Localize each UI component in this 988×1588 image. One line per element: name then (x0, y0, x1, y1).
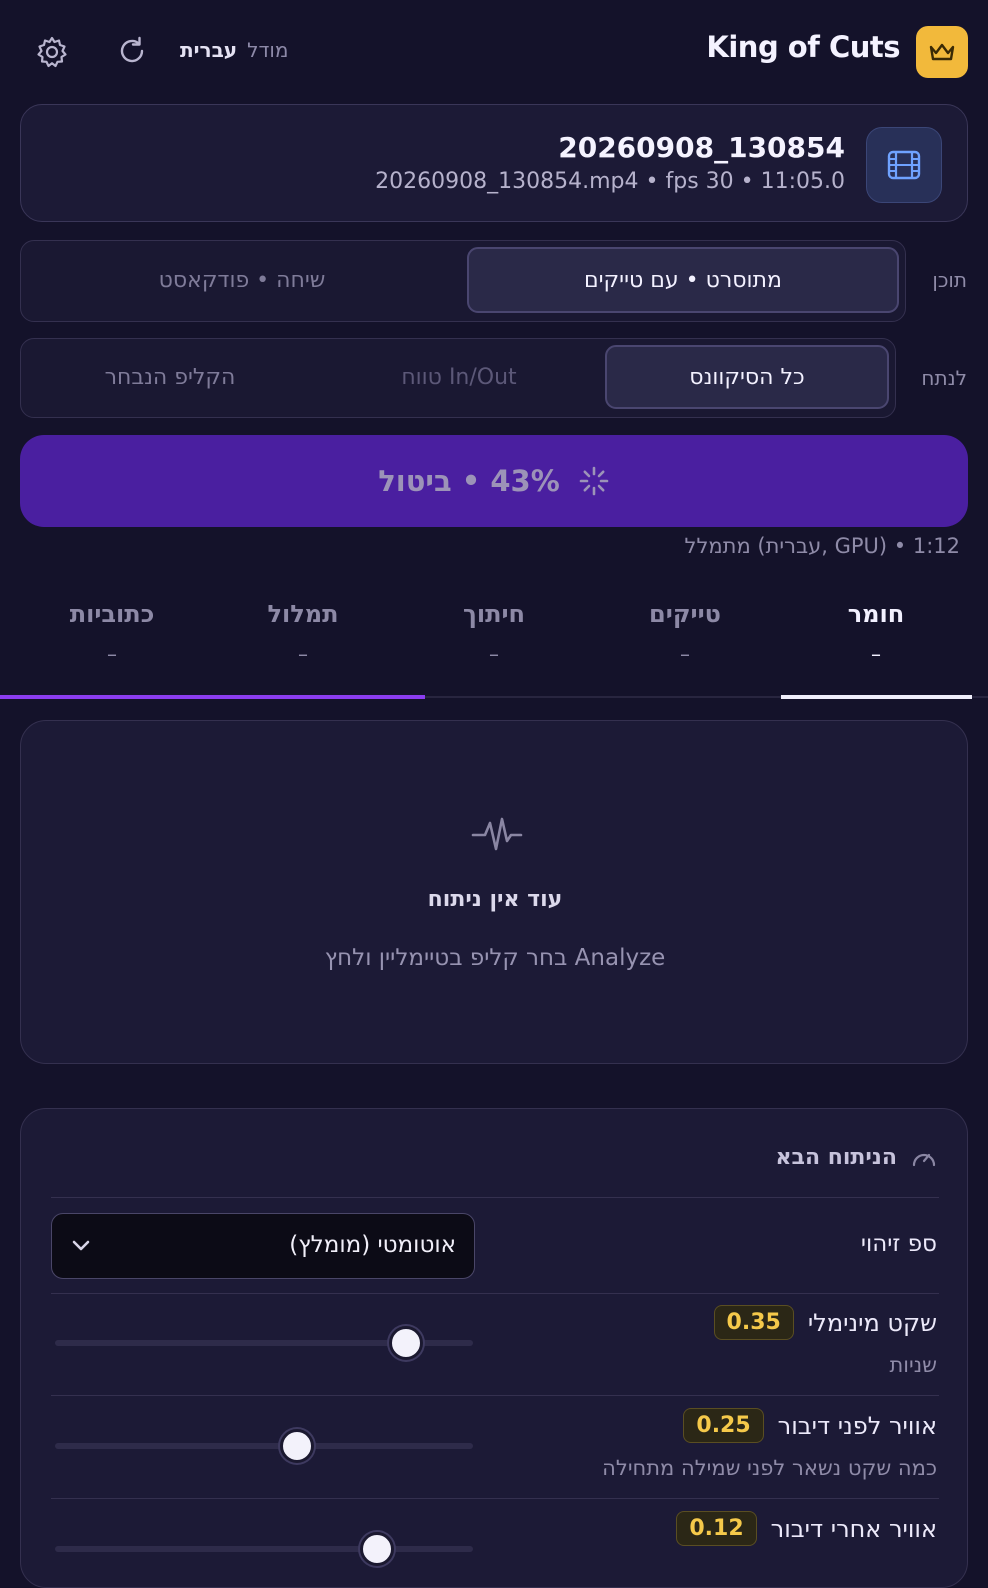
gauge-icon (912, 1153, 936, 1166)
min-silence-value: 0.35 (713, 1305, 794, 1340)
min-silence-row: שקט מינימלי 0.35 (713, 1305, 937, 1340)
file-meta: 20260908_130854.mp4 • fps 30 • 11:05.0 (375, 169, 845, 194)
pre-speech-thumb[interactable] (280, 1429, 315, 1463)
tab-count: – (489, 642, 499, 666)
waveform-icon (471, 817, 523, 851)
tab-transcript[interactable]: תמלול – (208, 600, 398, 666)
post-speech-value: 0.12 (676, 1511, 757, 1546)
tab-subtitles[interactable]: כתוביות – (17, 600, 207, 666)
post-speech-row: אוויר אחרי דיבור 0.12 (676, 1511, 937, 1546)
app-title: King of Cuts (706, 30, 900, 64)
model-label: מודל (247, 38, 289, 62)
pre-speech-hint: כמה שקט נשאר לפני שמילה מתחילה (602, 1456, 937, 1480)
spinner-icon (579, 466, 609, 496)
next-analysis-header: הניתוח הבא (776, 1145, 937, 1170)
pre-speech-row: אוויר לפני דיבור 0.25 (683, 1408, 937, 1443)
detection-threshold-select[interactable]: אוטומטי (מומלץ) (51, 1213, 475, 1279)
tab-label: חומר (847, 600, 905, 628)
file-card: 20260908_130854 20260908_130854.mp4 • fp… (20, 104, 968, 222)
post-speech-track[interactable] (55, 1546, 473, 1552)
tab-takes[interactable]: טייקים – (590, 600, 780, 666)
settings-gear-icon[interactable] (35, 35, 69, 69)
tab-count: – (871, 642, 881, 666)
scope-option-sequence[interactable]: כל הסיקוונס (605, 345, 889, 409)
scope-option-inout[interactable]: טווח In/Out (317, 345, 601, 409)
tab-material[interactable]: חומר – (781, 600, 971, 666)
detection-threshold-label: ספ זיהוי (860, 1231, 937, 1257)
empty-state-subtitle: בחר קליפ בטיימליין ולחץ Analyze (324, 945, 666, 971)
content-row-label: תוכן (932, 268, 967, 292)
analysis-progress-bar (0, 695, 425, 699)
min-silence-thumb[interactable] (389, 1326, 424, 1360)
model-value: עברית (180, 38, 238, 62)
film-button[interactable] (866, 127, 942, 203)
pre-speech-label: אוויר לפני דיבור (777, 1411, 937, 1440)
tab-cut[interactable]: חיתוך – (399, 600, 589, 666)
crown-icon (916, 26, 968, 78)
scope-option-clip[interactable]: הקליפ הנבחר (27, 345, 313, 409)
tab-count: – (107, 642, 117, 666)
status-text: מתמלל (עברית, GPU) • 1:12 (684, 534, 960, 558)
content-type-selector: מתוסרט • עם טייקים שיחה • פודקאסט (20, 240, 906, 322)
empty-state-title: עוד אין ניתוח (427, 887, 563, 912)
next-analysis-title: הניתוח הבא (775, 1145, 897, 1170)
model-selector[interactable]: מודל עברית (180, 38, 288, 62)
tab-label: טייקים (649, 600, 721, 628)
analyze-progress-button[interactable]: 43% • ביטול (20, 435, 968, 527)
select-value: אוטומטי (מומלץ) (289, 1232, 456, 1258)
pre-speech-value: 0.25 (683, 1408, 764, 1443)
min-silence-label: שקט מינימלי (807, 1308, 937, 1337)
content-option-podcast[interactable]: שיחה • פודקאסט (27, 247, 457, 313)
app-header: King of Cuts מודל עברית (0, 0, 988, 104)
post-speech-thumb[interactable] (359, 1532, 394, 1566)
pre-speech-track[interactable] (55, 1443, 473, 1449)
divider (51, 1197, 939, 1198)
post-speech-label: אוויר אחרי דיבור (770, 1514, 937, 1543)
refresh-icon[interactable] (116, 35, 148, 67)
divider (51, 1395, 939, 1396)
empty-state-card: עוד אין ניתוח בחר קליפ בטיימליין ולחץ An… (20, 720, 968, 1064)
chevron-down-icon (72, 1240, 90, 1251)
active-tab-indicator (781, 695, 972, 699)
next-analysis-card: הניתוח הבא ספ זיהוי אוטומטי (מומלץ) שקט … (20, 1108, 968, 1588)
analyze-row-label: לנתח (921, 366, 967, 390)
content-option-scripted[interactable]: מתוסרט • עם טייקים (467, 247, 899, 313)
divider (51, 1293, 939, 1294)
film-icon (887, 150, 921, 180)
tab-count: – (298, 642, 308, 666)
divider (51, 1498, 939, 1499)
analyze-scope-selector: כל הסיקוונס טווח In/Out הקליפ הנבחר (20, 338, 896, 418)
min-silence-hint: שניות (889, 1353, 937, 1377)
tab-label: תמלול (267, 600, 339, 628)
progress-text: 43% • ביטול (378, 464, 560, 498)
tab-label: כתוביות (69, 600, 155, 628)
file-name: 20260908_130854 (558, 131, 845, 164)
tab-count: – (680, 642, 690, 666)
tab-label: חיתוך (462, 600, 526, 628)
